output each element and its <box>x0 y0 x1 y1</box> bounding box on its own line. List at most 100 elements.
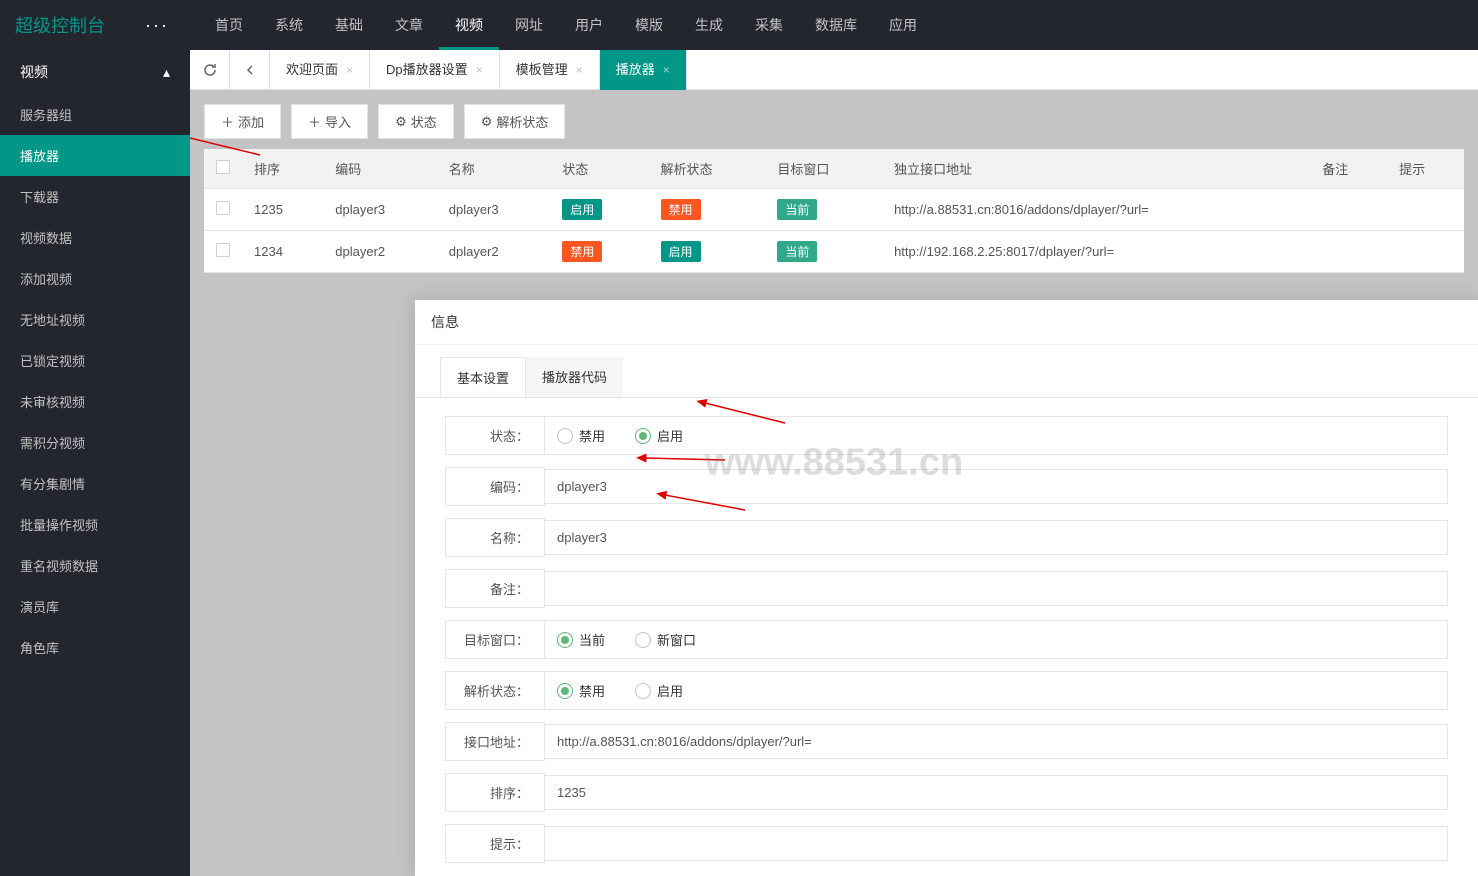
sort-label: 排序： <box>445 773 545 812</box>
close-icon[interactable]: × <box>476 50 483 90</box>
sidebar-item[interactable]: 有分集剧情 <box>0 463 190 504</box>
target-label: 目标窗口： <box>445 620 545 659</box>
topbar: 超级控制台 ··· 首页系统基础文章视频网址用户模版生成采集数据库应用 <box>0 0 1478 50</box>
sort-input[interactable] <box>545 775 1448 810</box>
sidebar-item[interactable]: 未审核视频 <box>0 381 190 422</box>
gear-icon: ⚙ <box>481 114 493 130</box>
topnav-item[interactable]: 采集 <box>739 0 799 50</box>
tab[interactable]: 播放器× <box>600 50 687 90</box>
sidebar-item[interactable]: 批量操作视频 <box>0 504 190 545</box>
more-icon[interactable]: ··· <box>145 15 169 36</box>
tab-code[interactable]: 播放器代码 <box>526 357 623 397</box>
parse-enable-radio[interactable]: 启用 <box>635 681 683 700</box>
table-row[interactable]: 1234dplayer2dplayer2禁用启用当前http://192.168… <box>204 231 1464 273</box>
tab[interactable]: 欢迎页面× <box>270 50 370 90</box>
tab-label: Dp播放器设置 <box>386 50 468 90</box>
name-input[interactable] <box>545 520 1448 555</box>
add-button[interactable]: ＋添加 <box>204 104 281 139</box>
sidebar-item[interactable]: 无地址视频 <box>0 299 190 340</box>
close-icon[interactable]: × <box>663 50 670 90</box>
topnav-item[interactable]: 应用 <box>873 0 933 50</box>
topnav-item[interactable]: 数据库 <box>799 0 873 50</box>
info-modal: 信息 基本设置 播放器代码 状态： 禁用 启用 编码： <box>415 300 1478 876</box>
topnav-item[interactable]: 基础 <box>319 0 379 50</box>
content: 欢迎页面×Dp播放器设置×模板管理×播放器× ＋添加 ＋导入 ⚙状态 ⚙解析状态… <box>190 50 1478 876</box>
target-new-radio[interactable]: 新窗口 <box>635 630 696 649</box>
code-label: 编码： <box>445 467 545 506</box>
code-input[interactable] <box>545 469 1448 504</box>
parse-label: 解析状态： <box>445 671 545 710</box>
status-badge[interactable]: 启用 <box>562 199 602 220</box>
plus-icon: ＋ <box>221 112 234 131</box>
tab[interactable]: 模板管理× <box>500 50 600 90</box>
checkbox[interactable] <box>216 201 230 215</box>
close-icon[interactable]: × <box>346 50 353 90</box>
refresh-icon[interactable] <box>190 50 230 90</box>
sidebar-item[interactable]: 视频数据 <box>0 217 190 258</box>
topnav-item[interactable]: 文章 <box>379 0 439 50</box>
status-badge[interactable]: 禁用 <box>562 241 602 262</box>
sidebar-item[interactable]: 演员库 <box>0 586 190 627</box>
tab[interactable]: Dp播放器设置× <box>370 50 500 90</box>
status-enable-radio[interactable]: 启用 <box>635 426 683 445</box>
target-badge[interactable]: 当前 <box>777 199 817 220</box>
sidebar-item[interactable]: 已锁定视频 <box>0 340 190 381</box>
table-header: 排序 <box>242 149 323 189</box>
topnav-item[interactable]: 系统 <box>259 0 319 50</box>
parse-button[interactable]: ⚙解析状态 <box>464 104 566 139</box>
topnav: 首页系统基础文章视频网址用户模版生成采集数据库应用 <box>199 0 933 50</box>
modal-title: 信息 <box>415 300 1478 345</box>
sidebar-item[interactable]: 需积分视频 <box>0 422 190 463</box>
topnav-item[interactable]: 网址 <box>499 0 559 50</box>
parse-badge[interactable]: 禁用 <box>661 199 701 220</box>
topnav-item[interactable]: 视频 <box>439 0 499 50</box>
sidebar-item[interactable]: 角色库 <box>0 627 190 668</box>
import-button[interactable]: ＋导入 <box>291 104 368 139</box>
checkbox[interactable] <box>216 243 230 257</box>
target-badge[interactable]: 当前 <box>777 241 817 262</box>
sidebar-item[interactable]: 重名视频数据 <box>0 545 190 586</box>
status-label: 状态： <box>445 416 545 455</box>
topnav-item[interactable]: 模版 <box>619 0 679 50</box>
topnav-item[interactable]: 生成 <box>679 0 739 50</box>
table-header: 解析状态 <box>649 149 766 189</box>
topnav-item[interactable]: 首页 <box>199 0 259 50</box>
chevron-up-icon: ▴ <box>163 64 170 81</box>
gear-icon: ⚙ <box>395 114 407 130</box>
api-label: 接口地址： <box>445 722 545 761</box>
modal-body: 状态： 禁用 启用 编码： 名称： 备注： <box>415 397 1478 876</box>
target-current-radio[interactable]: 当前 <box>557 630 605 649</box>
sidebar-title[interactable]: 视频 ▴ <box>0 50 190 94</box>
api-input[interactable] <box>545 724 1448 759</box>
sidebar-item[interactable]: 下载器 <box>0 176 190 217</box>
tab-label: 模板管理 <box>516 50 568 90</box>
table-header: 名称 <box>437 149 550 189</box>
topnav-item[interactable]: 用户 <box>559 0 619 50</box>
table-row[interactable]: 1235dplayer3dplayer3启用禁用当前http://a.88531… <box>204 189 1464 231</box>
status-button[interactable]: ⚙状态 <box>378 104 454 139</box>
table-header: 备注 <box>1310 149 1387 189</box>
player-table: 排序编码名称状态解析状态目标窗口独立接口地址备注提示 1235dplayer3d… <box>204 149 1464 273</box>
tab-label: 播放器 <box>616 50 655 90</box>
checkbox[interactable] <box>216 160 230 174</box>
table-header: 编码 <box>323 149 436 189</box>
tab-basic[interactable]: 基本设置 <box>440 357 526 398</box>
table-header: 提示 <box>1387 149 1464 189</box>
parse-badge[interactable]: 启用 <box>661 241 701 262</box>
back-icon[interactable] <box>230 50 270 90</box>
logo: 超级控制台 <box>15 12 105 38</box>
status-disable-radio[interactable]: 禁用 <box>557 426 605 445</box>
tabbar: 欢迎页面×Dp播放器设置×模板管理×播放器× <box>190 50 1478 90</box>
sidebar-item[interactable]: 添加视频 <box>0 258 190 299</box>
table-header: 独立接口地址 <box>882 149 1310 189</box>
tip-input[interactable] <box>545 826 1448 861</box>
parse-disable-radio[interactable]: 禁用 <box>557 681 605 700</box>
remark-input[interactable] <box>545 571 1448 606</box>
table-header: 状态 <box>550 149 648 189</box>
modal-tabs: 基本设置 播放器代码 <box>415 345 1478 397</box>
sidebar-item[interactable]: 服务器组 <box>0 94 190 135</box>
sidebar-item[interactable]: 播放器 <box>0 135 190 176</box>
sidebar-items: 服务器组播放器下载器视频数据添加视频无地址视频已锁定视频未审核视频需积分视频有分… <box>0 94 190 668</box>
close-icon[interactable]: × <box>576 50 583 90</box>
toolbar: ＋添加 ＋导入 ⚙状态 ⚙解析状态 <box>204 104 1464 139</box>
